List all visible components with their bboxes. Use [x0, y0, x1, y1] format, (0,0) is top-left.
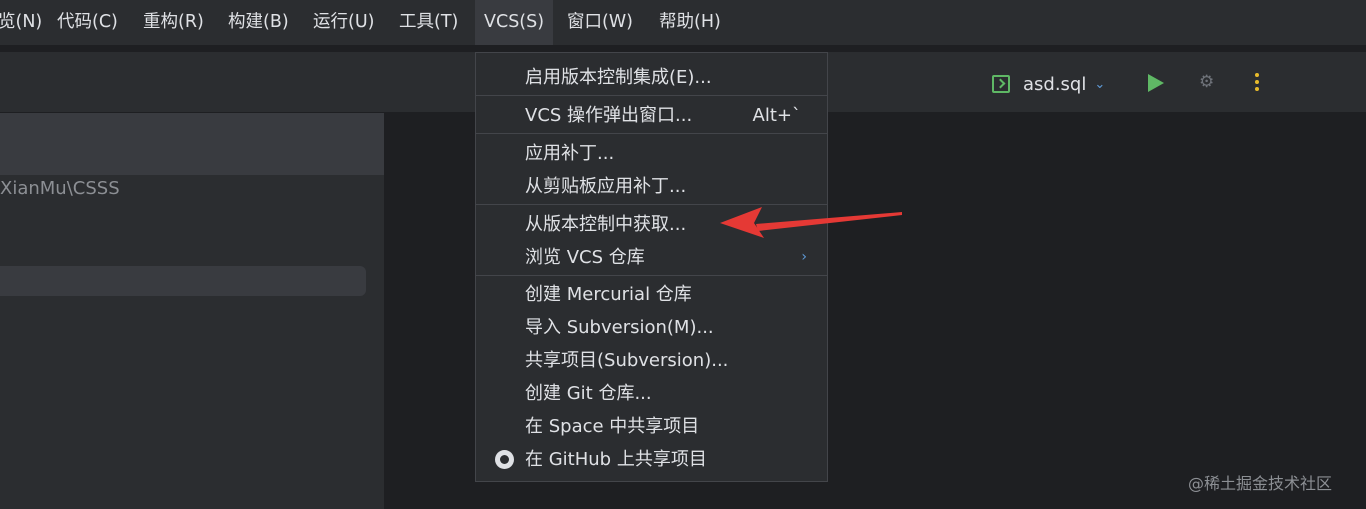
menu-item-browse-vcs-repository[interactable]: 浏览 VCS 仓库 ›	[476, 241, 827, 274]
menu-tools[interactable]: 工具(T)	[393, 0, 464, 45]
more-vertical-icon[interactable]	[1254, 73, 1260, 91]
menu-item-create-git-repository[interactable]: 创建 Git 仓库...	[476, 377, 827, 410]
menu-item-apply-patch[interactable]: 应用补丁...	[476, 137, 827, 170]
menu-run[interactable]: 运行(U)	[307, 0, 380, 45]
menu-item-label: 从剪贴板应用补丁...	[525, 176, 687, 197]
menu-item-share-project-space[interactable]: 在 Space 中共享项目	[476, 410, 827, 443]
menu-item-label: 在 GitHub 上共享项目	[525, 449, 707, 470]
menu-item-share-project-github[interactable]: 在 GitHub 上共享项目	[476, 443, 827, 476]
menu-item-shortcut: Alt+`	[752, 105, 801, 126]
menu-item-vcs-operations-popup[interactable]: VCS 操作弹出窗口... Alt+`	[476, 99, 827, 132]
menu-bar: 览(N) 代码(C) 重构(R) 构建(B) 运行(U) 工具(T) VCS(S…	[0, 0, 1366, 46]
menu-item-label: 导入 Subversion(M)...	[525, 317, 714, 338]
menu-navigate[interactable]: 览(N)	[0, 0, 48, 45]
vcs-dropdown-menu: 启用版本控制集成(E)... VCS 操作弹出窗口... Alt+` 应用补丁.…	[475, 52, 828, 482]
run-configuration-name: asd.sql	[1023, 73, 1087, 95]
menu-item-label: 创建 Mercurial 仓库	[525, 284, 692, 305]
menu-item-label: 创建 Git 仓库...	[525, 383, 652, 404]
menu-item-label: VCS 操作弹出窗口...	[525, 105, 693, 126]
menu-item-label: 共享项目(Subversion)...	[525, 350, 729, 371]
project-panel-header[interactable]	[0, 113, 384, 175]
menu-item-import-subversion[interactable]: 导入 Subversion(M)...	[476, 311, 827, 344]
menu-item-share-project-subversion[interactable]: 共享项目(Subversion)...	[476, 344, 827, 377]
chevron-down-icon: ⌄	[1094, 76, 1106, 92]
menu-vcs[interactable]: VCS(S)	[475, 0, 554, 45]
menu-item-label: 应用补丁...	[525, 143, 615, 164]
menu-help[interactable]: 帮助(H)	[653, 0, 727, 45]
menu-build[interactable]: 构建(B)	[222, 0, 295, 45]
menu-item-apply-patch-from-clipboard[interactable]: 从剪贴板应用补丁...	[476, 170, 827, 203]
menu-item-enable-vcs-integration[interactable]: 启用版本控制集成(E)...	[476, 61, 827, 94]
project-path: XianMu\CSSS	[0, 178, 120, 199]
menu-item-label: 启用版本控制集成(E)...	[525, 67, 712, 88]
github-icon	[495, 450, 514, 469]
menu-item-create-mercurial-repository[interactable]: 创建 Mercurial 仓库	[476, 278, 827, 311]
sql-file-icon	[992, 75, 1010, 93]
menu-item-label: 在 Space 中共享项目	[525, 416, 700, 437]
menu-separator	[476, 275, 827, 276]
debug-icon[interactable]: ⚙	[1199, 73, 1215, 91]
menu-item-label: 从版本控制中获取...	[525, 214, 687, 235]
menu-item-label: 浏览 VCS 仓库	[525, 247, 645, 268]
run-configuration-selector[interactable]: asd.sql ⌄	[992, 72, 1105, 96]
project-tree-selected-row[interactable]	[0, 266, 366, 296]
menu-refactor[interactable]: 重构(R)	[137, 0, 210, 45]
menu-separator	[476, 133, 827, 134]
menu-window[interactable]: 窗口(W)	[561, 0, 639, 45]
chevron-right-icon: ›	[801, 249, 807, 265]
menu-code[interactable]: 代码(C)	[51, 0, 124, 45]
run-icon[interactable]	[1148, 74, 1164, 92]
annotation-arrow-icon	[720, 207, 902, 238]
watermark: @稀土掘金技术社区	[1188, 474, 1333, 493]
menu-separator	[476, 95, 827, 96]
